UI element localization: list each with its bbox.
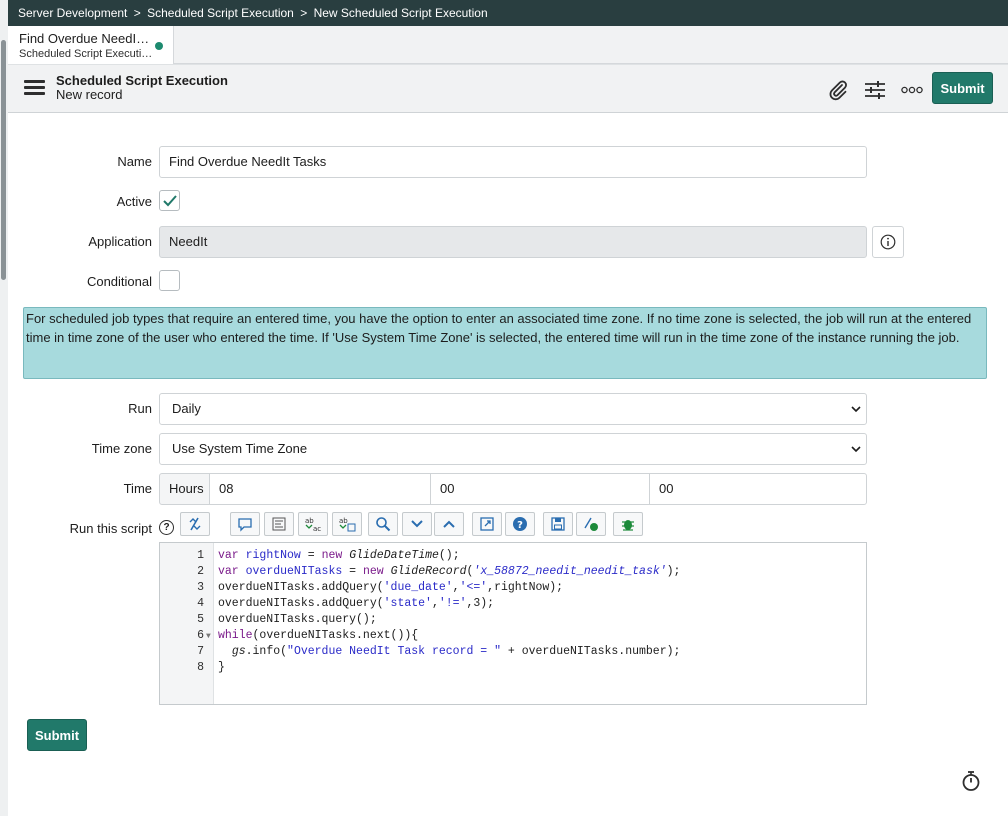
chevron-down-icon — [851, 406, 861, 413]
run-label: Run — [128, 401, 152, 416]
minutes-input[interactable]: 00 — [430, 473, 650, 505]
collapse-icon[interactable] — [402, 512, 432, 536]
timezone-label: Time zone — [91, 441, 152, 456]
fold-arrow-icon[interactable]: ▼ — [206, 632, 211, 641]
line-number: 4 — [197, 597, 204, 610]
script-editor[interactable]: 1 2 3 4 5 6 ▼ 7 8 var rightNow = new Gli… — [159, 542, 867, 705]
breadcrumb-item-current: New Scheduled Script Execution — [313, 6, 488, 20]
breadcrumb-item-scheduled-script-execution[interactable]: Scheduled Script Execution — [147, 6, 294, 20]
code-line-8: } — [218, 661, 225, 674]
replace-icon[interactable]: ab ac — [298, 512, 328, 536]
code-line-4: overdueNITasks.addQuery('state','!=',3); — [218, 597, 495, 610]
submit-button-bottom[interactable]: Submit — [27, 719, 87, 751]
line-number: 3 — [197, 581, 204, 594]
expand-icon[interactable] — [434, 512, 464, 536]
stopwatch-icon[interactable] — [960, 770, 982, 792]
name-input[interactable]: Find Overdue NeedIt Tasks — [159, 146, 867, 178]
script-editor-toolbar: ab ac ab ? — [178, 512, 898, 538]
help-icon[interactable]: ? — [505, 512, 535, 536]
sliders-icon[interactable] — [862, 77, 888, 103]
time-label: Time — [123, 481, 152, 496]
name-label: Name — [117, 154, 152, 169]
tab-bar: Find Overdue NeedI… Scheduled Script Exe… — [8, 26, 1008, 64]
line-number-gutter: 1 2 3 4 5 6 ▼ 7 8 — [160, 543, 214, 704]
breadcrumb-separator: > — [300, 6, 308, 20]
script-label: Run this script — [69, 521, 152, 536]
form-title: Scheduled Script Execution — [56, 73, 228, 88]
info-button[interactable] — [872, 226, 904, 258]
form-header: Scheduled Script Execution New record Su… — [8, 64, 1008, 113]
form-subtitle: New record — [56, 87, 123, 102]
chevron-down-icon — [851, 446, 861, 453]
code-line-5: overdueNITasks.query(); — [218, 613, 377, 626]
tab-title: Find Overdue NeedI… — [19, 31, 150, 46]
tab-find-overdue-needit[interactable]: Find Overdue NeedI… Scheduled Script Exe… — [8, 26, 174, 64]
help-icon[interactable]: ? — [159, 520, 174, 535]
code-line-1: var rightNow = new GlideDateTime(); — [218, 549, 460, 562]
svg-text:?: ? — [517, 520, 523, 531]
line-number: 5 — [197, 613, 204, 626]
checkmark-icon — [163, 195, 177, 207]
line-number: 6 — [197, 629, 204, 642]
comment-icon[interactable] — [230, 512, 260, 536]
unsaved-status-dot — [155, 42, 163, 50]
debug-icon[interactable] — [613, 512, 643, 536]
run-select[interactable]: Daily — [159, 393, 867, 425]
fullscreen-icon[interactable] — [472, 512, 502, 536]
breadcrumb: Server Development > Scheduled Script Ex… — [8, 0, 1008, 26]
line-number: 1 — [197, 549, 204, 562]
hamburger-icon[interactable] — [24, 80, 45, 97]
conditional-label: Conditional — [86, 274, 152, 289]
application-input: NeedIt — [159, 226, 867, 258]
code-line-2: var overdueNITasks = new GlideRecord('x_… — [218, 565, 681, 578]
seconds-input[interactable]: 00 — [649, 473, 867, 505]
line-number: 2 — [197, 565, 204, 578]
hours-prefix: Hours — [159, 473, 210, 505]
time-input-group: Hours 08 00 00 — [159, 473, 867, 505]
timezone-select[interactable]: Use System Time Zone — [159, 433, 867, 465]
scrollbar-thumb[interactable] — [1, 40, 6, 280]
search-icon[interactable] — [368, 512, 398, 536]
timezone-selected-value: Use System Time Zone — [172, 441, 308, 456]
application-label: Application — [88, 234, 152, 249]
active-checkbox[interactable] — [159, 190, 180, 211]
info-icon — [880, 234, 896, 250]
svg-text:ab: ab — [305, 517, 314, 525]
paperclip-icon[interactable] — [825, 77, 851, 103]
conditional-checkbox[interactable] — [159, 270, 180, 291]
active-label: Active — [116, 194, 152, 209]
run-selected-value: Daily — [172, 401, 201, 416]
svg-text:ab: ab — [339, 517, 348, 525]
save-icon[interactable] — [543, 512, 573, 536]
tab-subtitle: Scheduled Script Executi… — [19, 48, 153, 60]
line-number: 8 — [197, 661, 204, 674]
code-line-7: gs.info("Overdue NeedIt Task record = " … — [231, 645, 681, 658]
code-line-6: while(overdueNITasks.next()){ — [218, 629, 419, 642]
toggle-syntax-icon[interactable] — [180, 512, 210, 536]
line-number: 7 — [197, 645, 204, 658]
svg-text:ac: ac — [313, 525, 321, 532]
hours-input[interactable]: 08 — [209, 473, 431, 505]
breadcrumb-item-server-development[interactable]: Server Development — [18, 6, 127, 20]
timezone-info-message: For scheduled job types that require an … — [23, 307, 987, 379]
replace-all-icon[interactable]: ab — [332, 512, 362, 536]
more-icon[interactable] — [899, 77, 925, 103]
submit-button-header[interactable]: Submit — [932, 72, 993, 104]
left-scrollbar[interactable] — [0, 0, 8, 816]
code-line-3: overdueNITasks.addQuery('due_date','<=',… — [218, 581, 564, 594]
script-debugger-icon[interactable] — [576, 512, 606, 536]
breadcrumb-separator: > — [133, 6, 141, 20]
format-icon[interactable] — [264, 512, 294, 536]
